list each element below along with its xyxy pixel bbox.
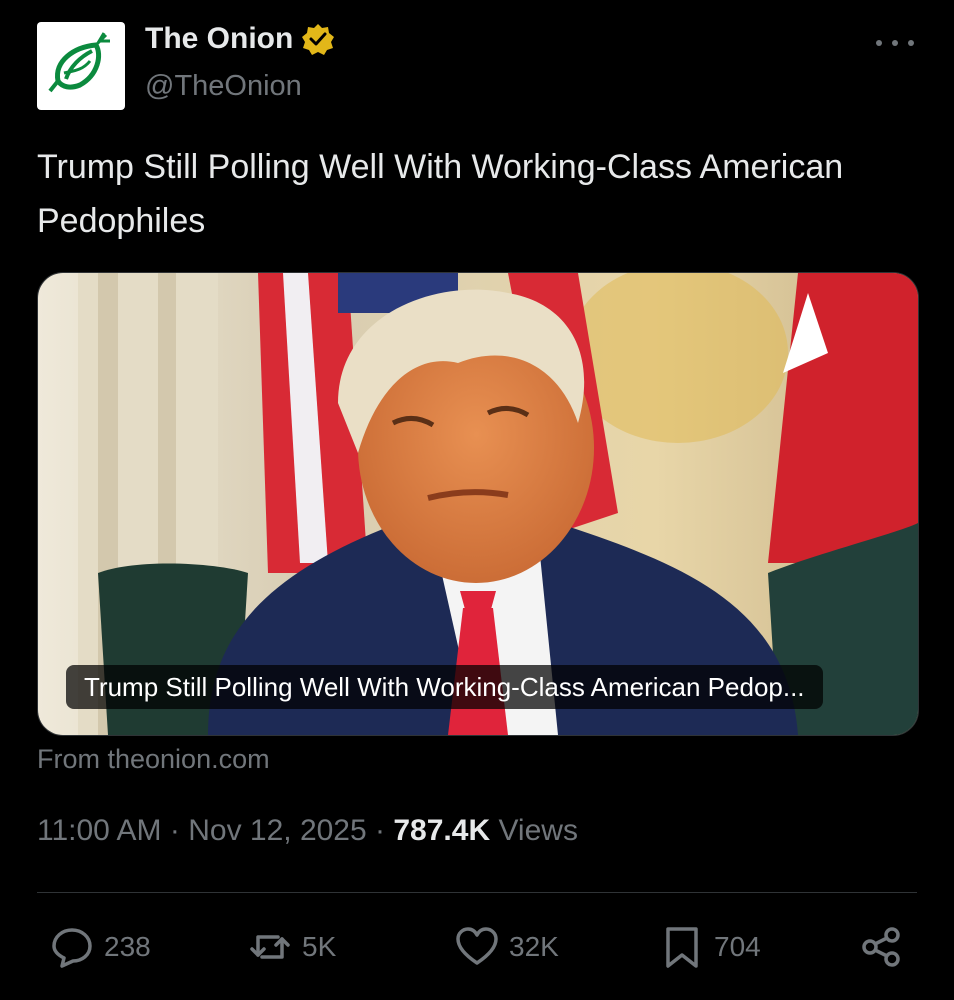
tweet-time[interactable]: 11:00 AM xyxy=(37,814,162,847)
views-label: Views xyxy=(498,814,578,847)
repost-count: 5K xyxy=(302,931,337,962)
views-count: 787.4K xyxy=(393,814,491,847)
card-caption: Trump Still Polling Well With Working-Cl… xyxy=(66,665,823,709)
verified-badge-icon xyxy=(302,24,335,55)
like-button[interactable]: 32K xyxy=(455,922,559,972)
repost-icon xyxy=(250,935,290,959)
handle[interactable]: @TheOnion xyxy=(145,70,302,103)
like-count: 32K xyxy=(509,931,559,962)
reply-icon xyxy=(52,928,92,968)
name-row: The Onion xyxy=(145,22,335,56)
meta-separator: · xyxy=(375,814,386,847)
reply-count: 238 xyxy=(104,931,151,962)
meta-separator: · xyxy=(169,814,180,847)
dot xyxy=(876,40,882,46)
share-icon xyxy=(862,927,900,967)
bookmark-count: 704 xyxy=(714,931,761,962)
bookmark-button[interactable]: 704 xyxy=(660,922,761,972)
link-card[interactable]: Trump Still Polling Well With Working-Cl… xyxy=(37,272,919,736)
tweet-text: Trump Still Polling Well With Working-Cl… xyxy=(37,148,844,240)
more-dots-icon[interactable] xyxy=(876,30,914,56)
heart-icon xyxy=(456,927,498,965)
repost-button[interactable]: 5K xyxy=(248,922,336,972)
tweet-meta: 11:00 AM · Nov 12, 2025 · 787.4K Views xyxy=(37,814,578,848)
reply-button[interactable]: 238 xyxy=(50,922,151,972)
onion-logo-icon xyxy=(48,32,110,93)
display-name[interactable]: The Onion xyxy=(145,22,293,56)
divider xyxy=(37,892,917,893)
dot xyxy=(908,40,914,46)
tweet-date[interactable]: Nov 12, 2025 xyxy=(188,814,366,847)
dot xyxy=(892,40,898,46)
share-button[interactable] xyxy=(860,922,904,972)
avatar[interactable] xyxy=(37,22,125,110)
card-source-link[interactable]: From theonion.com xyxy=(37,744,270,775)
bookmark-icon xyxy=(666,927,698,968)
